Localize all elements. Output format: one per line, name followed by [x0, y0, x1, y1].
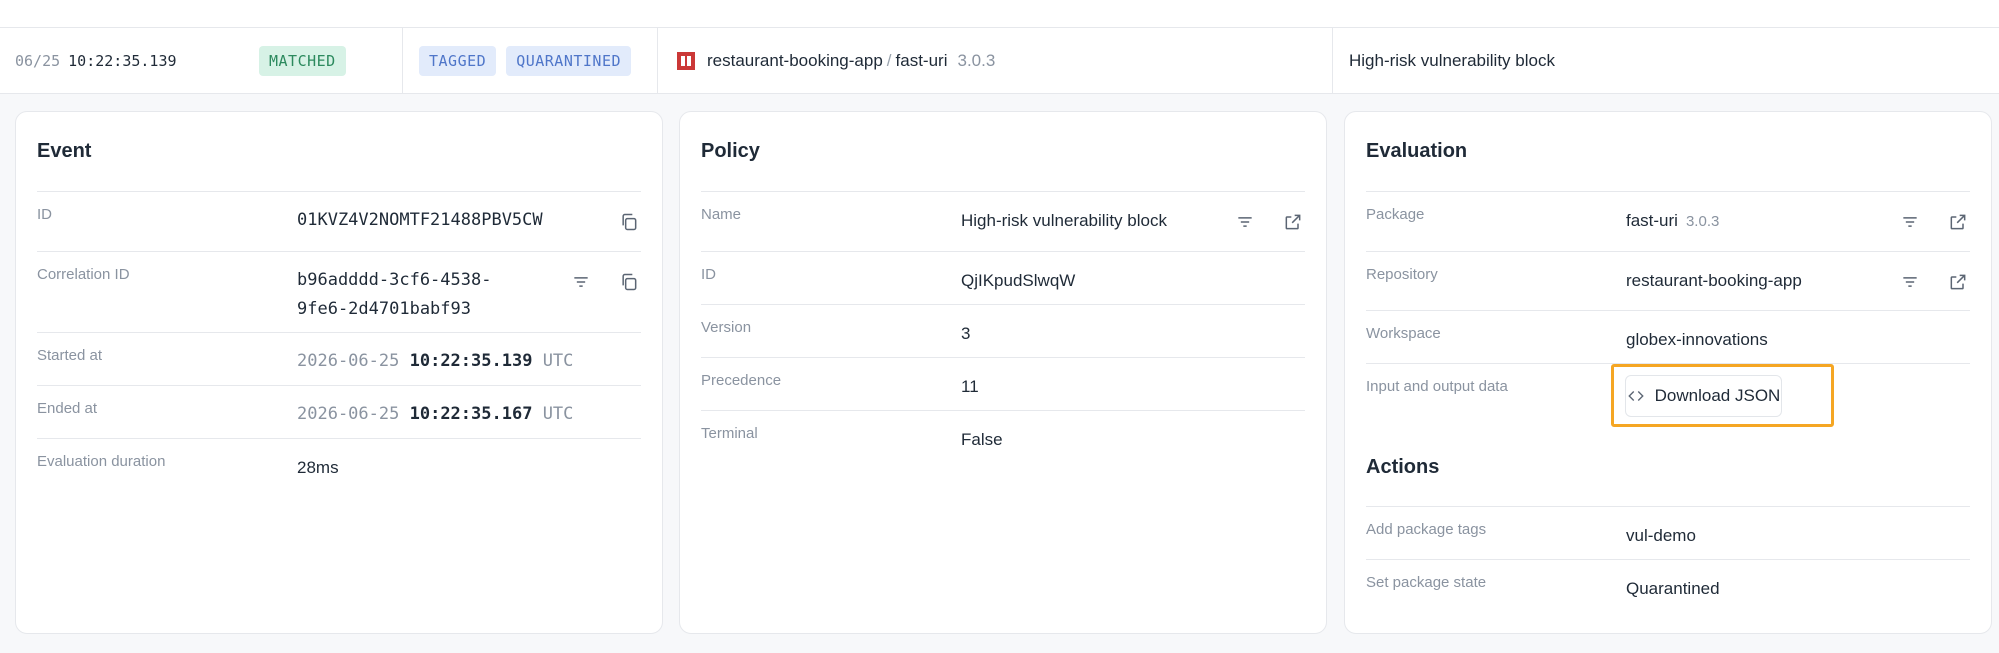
event-date: 06/25 — [15, 52, 61, 70]
event-id-value: 01KVZ4V2NOMTF21488PBV5CW — [297, 210, 543, 230]
row-label: Ended at — [37, 400, 98, 417]
policy-version-value: 3 — [961, 324, 971, 343]
filter-icon[interactable] — [1233, 210, 1257, 234]
external-link-icon[interactable] — [1281, 210, 1305, 234]
detail-row: Version 3 — [701, 304, 1305, 357]
code-icon — [1627, 391, 1644, 401]
row-label: ID — [37, 206, 52, 223]
path-separator: / — [886, 51, 892, 70]
row-label: Started at — [37, 347, 103, 364]
correlation-id-value: b96adddd-3cf6-4538- 9fe6-2d4701babf93 — [297, 270, 492, 319]
detail-row: Ended at 2026-06-25 10:22:35.167 UTC — [37, 385, 641, 438]
detail-row: Workspace globex-innovations — [1366, 310, 1970, 363]
row-label: Precedence — [701, 372, 782, 389]
detail-row: ID 01KVZ4V2NOMTF21488PBV5CW — [37, 191, 641, 251]
download-json-label: Download JSON — [1654, 386, 1781, 405]
package-value: fast-uri 3.0.3 — [1626, 211, 1720, 230]
row-label: Terminal — [701, 425, 758, 442]
workspace-value: globex-innovations — [1626, 330, 1768, 349]
filter-icon[interactable] — [1898, 210, 1922, 234]
detail-row: Package fast-uri 3.0.3 — [1366, 191, 1970, 251]
detail-row: Evaluation duration 28ms — [37, 438, 641, 491]
row-label: Workspace — [1366, 325, 1441, 342]
row-label: Evaluation duration — [37, 453, 166, 470]
row-label: Input and output data — [1366, 378, 1508, 395]
divider — [657, 28, 658, 94]
tag-badge-tagged: TAGGED — [419, 46, 497, 76]
detail-row: Add package tags vul-demo — [1366, 506, 1970, 559]
card-title: Evaluation — [1366, 140, 1468, 162]
status-badge: MATCHED — [259, 46, 346, 76]
event-summary-row[interactable]: 06/25 10:22:35.139 MATCHED TAGGED QUARAN… — [0, 28, 1999, 94]
row-label: Add package tags — [1366, 521, 1487, 538]
detail-row: Correlation ID b96adddd-3cf6-4538- 9fe6-… — [37, 251, 641, 332]
package-name[interactable]: fast-uri — [896, 51, 948, 71]
policy-terminal-value: False — [961, 430, 1003, 449]
package-state-value: Quarantined — [1626, 579, 1720, 598]
repo-name[interactable]: restaurant-booking-app — [707, 51, 883, 71]
ended-at-value: 2026-06-25 10:22:35.167 UTC — [297, 404, 574, 424]
started-at-value: 2026-06-25 10:22:35.139 UTC — [297, 351, 574, 371]
top-strip — [0, 0, 1999, 28]
package-tags-value: vul-demo — [1626, 526, 1696, 545]
row-label: Version — [701, 319, 752, 336]
duration-value: 28ms — [297, 458, 339, 477]
detail-row: Started at 2026-06-25 10:22:35.139 UTC — [37, 332, 641, 385]
row-label: Correlation ID — [37, 266, 130, 283]
external-link-icon[interactable] — [1946, 270, 1970, 294]
policy-name: High-risk vulnerability block — [1349, 51, 1555, 70]
detail-row: Precedence 11 — [701, 357, 1305, 410]
event-card: Event ID 01KVZ4V2NOMTF21488PBV5CW Correl… — [15, 111, 663, 634]
policy-precedence-value: 11 — [961, 377, 979, 396]
event-time: 10:22:35.139 — [68, 52, 177, 70]
npm-icon — [677, 52, 695, 70]
card-title: Event — [37, 140, 92, 162]
copy-icon[interactable] — [617, 210, 641, 234]
download-json-button[interactable]: Download JSON — [1625, 375, 1782, 417]
policy-name-value: High-risk vulnerability block — [961, 211, 1167, 230]
detail-row: ID QjIKpudSlwqW — [701, 251, 1305, 304]
copy-icon[interactable] — [617, 270, 641, 294]
divider — [402, 28, 403, 94]
filter-icon[interactable] — [1898, 270, 1922, 294]
row-label: Name — [701, 206, 742, 223]
row-label: Repository — [1366, 266, 1438, 283]
detail-row: Terminal False — [701, 410, 1305, 463]
event-timestamp: 06/25 10:22:35.139 — [15, 28, 177, 94]
card-title: Policy — [701, 140, 760, 162]
external-link-icon[interactable] — [1946, 210, 1970, 234]
package-version: 3.0.3 — [957, 51, 996, 70]
detail-row: Repository restaurant-booking-app — [1366, 251, 1970, 310]
row-label: Set package state — [1366, 574, 1487, 591]
policy-id-value: QjIKpudSlwqW — [961, 271, 1076, 290]
policy-card: Policy Name High-risk vulnerability bloc… — [679, 111, 1327, 634]
tag-badge-quarantined: QUARANTINED — [506, 46, 632, 76]
detail-row: Set package state Quarantined — [1366, 559, 1970, 612]
evaluation-card: Evaluation Package fast-uri 3.0.3 Reposit… — [1344, 111, 1992, 634]
actions-title: Actions — [1366, 456, 1440, 478]
row-label: Package — [1366, 206, 1425, 223]
repository-value: restaurant-booking-app — [1626, 271, 1802, 290]
row-label: ID — [701, 266, 716, 283]
detail-row: Name High-risk vulnerability block — [701, 191, 1305, 251]
divider — [1332, 28, 1333, 94]
filter-icon[interactable] — [569, 270, 593, 294]
